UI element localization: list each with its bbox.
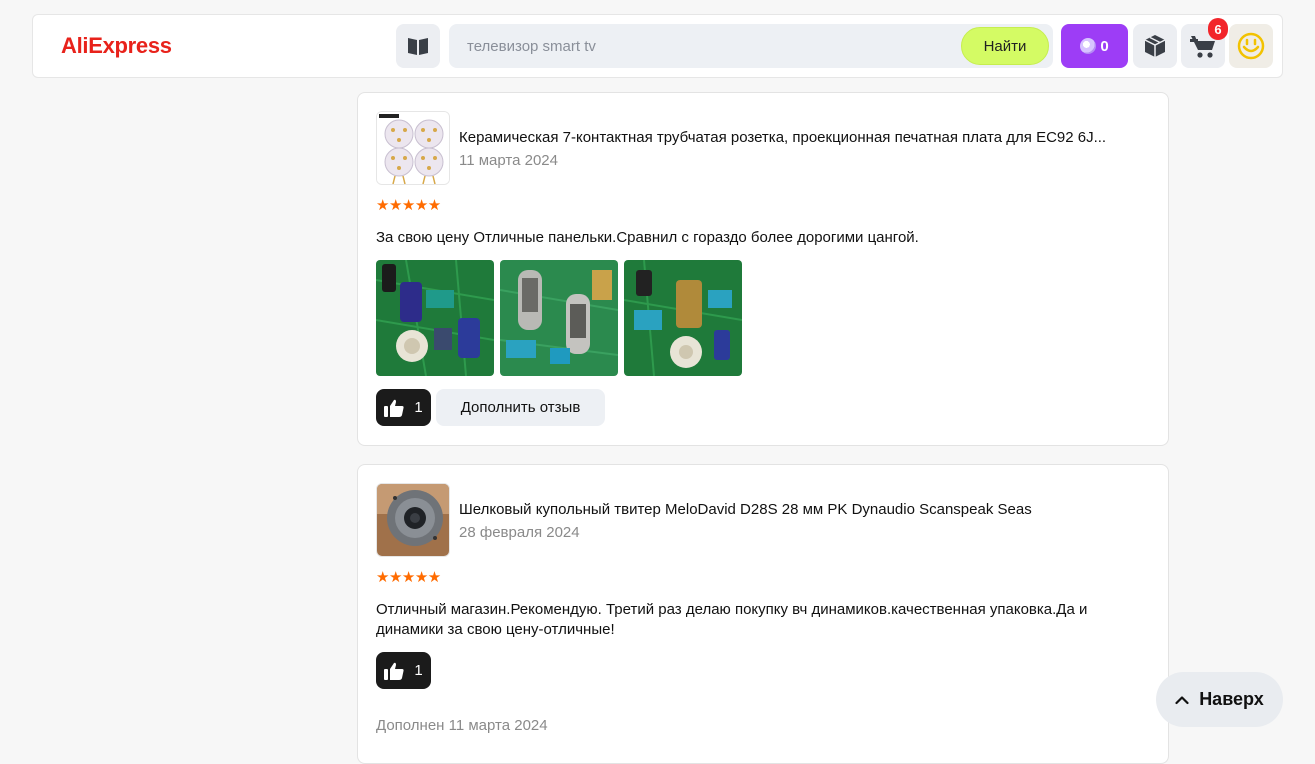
add-review-button[interactable]: Дополнить отзыв — [436, 389, 605, 426]
review-photo[interactable] — [624, 260, 742, 376]
product-thumbnail[interactable] — [376, 483, 450, 557]
review-updated-date: Дополнен 11 марта 2024 — [376, 717, 548, 734]
coins-count: 0 — [1100, 37, 1109, 55]
review-card: Керамическая 7-контактная трубчатая розе… — [357, 92, 1169, 446]
catalog-button[interactable] — [396, 24, 440, 68]
like-count: 1 — [414, 399, 423, 416]
aliexpress-logo[interactable]: AliExpress — [61, 33, 172, 59]
top-header: AliExpress Найти 0 6 — [32, 14, 1283, 78]
cart-count-badge: 6 — [1208, 18, 1228, 40]
orders-button[interactable] — [1133, 24, 1177, 68]
star-rating: ★★★★★ — [376, 569, 441, 586]
review-card: Шелковый купольный твитер MeloDavid D28S… — [357, 464, 1169, 764]
review-photo[interactable] — [500, 260, 618, 376]
like-button[interactable]: 1 — [376, 652, 431, 689]
star-rating: ★★★★★ — [376, 197, 441, 214]
search-input[interactable] — [449, 24, 949, 68]
review-date: 28 февраля 2024 — [459, 524, 580, 541]
scroll-to-top-label: Наверх — [1199, 689, 1264, 709]
product-thumbnail[interactable] — [376, 111, 450, 185]
tweeter-image — [377, 484, 449, 556]
search-bar: Найти — [449, 24, 1053, 68]
thumbs-up-icon — [384, 399, 404, 417]
review-date: 11 марта 2024 — [459, 152, 558, 169]
review-text: За свою цену Отличные панельки.Сравнил с… — [376, 229, 919, 246]
circuit-board-photo — [376, 260, 494, 376]
smiley-avatar-icon — [1237, 32, 1265, 60]
search-button[interactable]: Найти — [961, 27, 1049, 65]
book-icon — [408, 38, 428, 55]
tube-socket-image — [377, 112, 449, 184]
product-title[interactable]: Шелковый купольный твитер MeloDavid D28S… — [459, 501, 1154, 518]
thumbs-up-icon — [384, 662, 404, 680]
coin-icon — [1080, 38, 1097, 54]
scroll-to-top-button[interactable]: Наверх — [1156, 672, 1283, 727]
product-title[interactable]: Керамическая 7-контактная трубчатая розе… — [459, 129, 1154, 146]
review-photos — [376, 260, 742, 376]
coins-button[interactable]: 0 — [1061, 24, 1128, 68]
vacuum-tube-photo — [500, 260, 618, 376]
capacitors-photo — [624, 260, 742, 376]
chevron-up-icon — [1175, 695, 1189, 704]
box-icon — [1144, 35, 1166, 57]
like-count: 1 — [414, 662, 423, 679]
review-text: Отличный магазин.Рекомендую. Третий раз … — [376, 601, 1088, 638]
like-button[interactable]: 1 — [376, 389, 431, 426]
profile-button[interactable] — [1229, 24, 1273, 68]
review-photo[interactable] — [376, 260, 494, 376]
